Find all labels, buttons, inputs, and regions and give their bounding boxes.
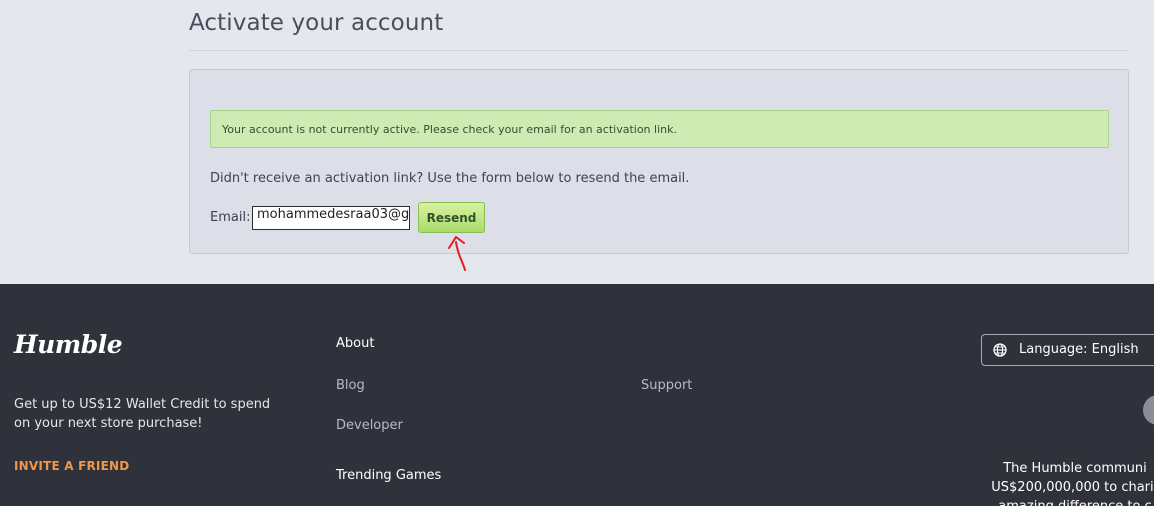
- scroll-top-button[interactable]: [1143, 395, 1154, 425]
- activation-panel: Your account is not currently active. Pl…: [189, 69, 1129, 254]
- globe-icon: [993, 343, 1007, 357]
- resend-instructions: Didn't receive an activation link? Use t…: [210, 171, 690, 186]
- footer-link-developer[interactable]: Developer: [336, 418, 403, 433]
- inactive-account-alert: Your account is not currently active. Pl…: [210, 110, 1109, 148]
- wallet-credit-promo: Get up to US$12 Wallet Credit to spend o…: [14, 397, 271, 431]
- email-field[interactable]: mohammedesraa03@g: [252, 206, 410, 230]
- red-arrow-annotation: [448, 236, 466, 271]
- email-label: Email:: [210, 210, 251, 225]
- site-footer: Humble Get up to US$12 Wallet Credit to …: [0, 284, 1154, 506]
- language-selector[interactable]: Language: English: [981, 334, 1154, 366]
- charity-line-1: The Humble communi: [1003, 461, 1147, 476]
- invite-friend-link[interactable]: INVITE A FRIEND: [14, 459, 129, 473]
- language-label: Language: English: [1019, 342, 1139, 357]
- charity-statement: The Humble communi US$200,000,000 to cha…: [975, 459, 1154, 506]
- page-title: Activate your account: [189, 10, 444, 36]
- footer-link-trending-games[interactable]: Trending Games: [336, 468, 441, 483]
- humble-logo[interactable]: Humble: [14, 330, 123, 359]
- footer-link-blog[interactable]: Blog: [336, 378, 365, 393]
- title-divider: [189, 50, 1128, 51]
- main-content: Activate your account Your account is no…: [0, 0, 1154, 284]
- footer-link-support[interactable]: Support: [641, 378, 692, 393]
- charity-line-2: US$200,000,000 to charit: [991, 480, 1154, 495]
- footer-link-about[interactable]: About: [336, 336, 374, 351]
- charity-line-3: amazing difference to c: [975, 497, 1154, 506]
